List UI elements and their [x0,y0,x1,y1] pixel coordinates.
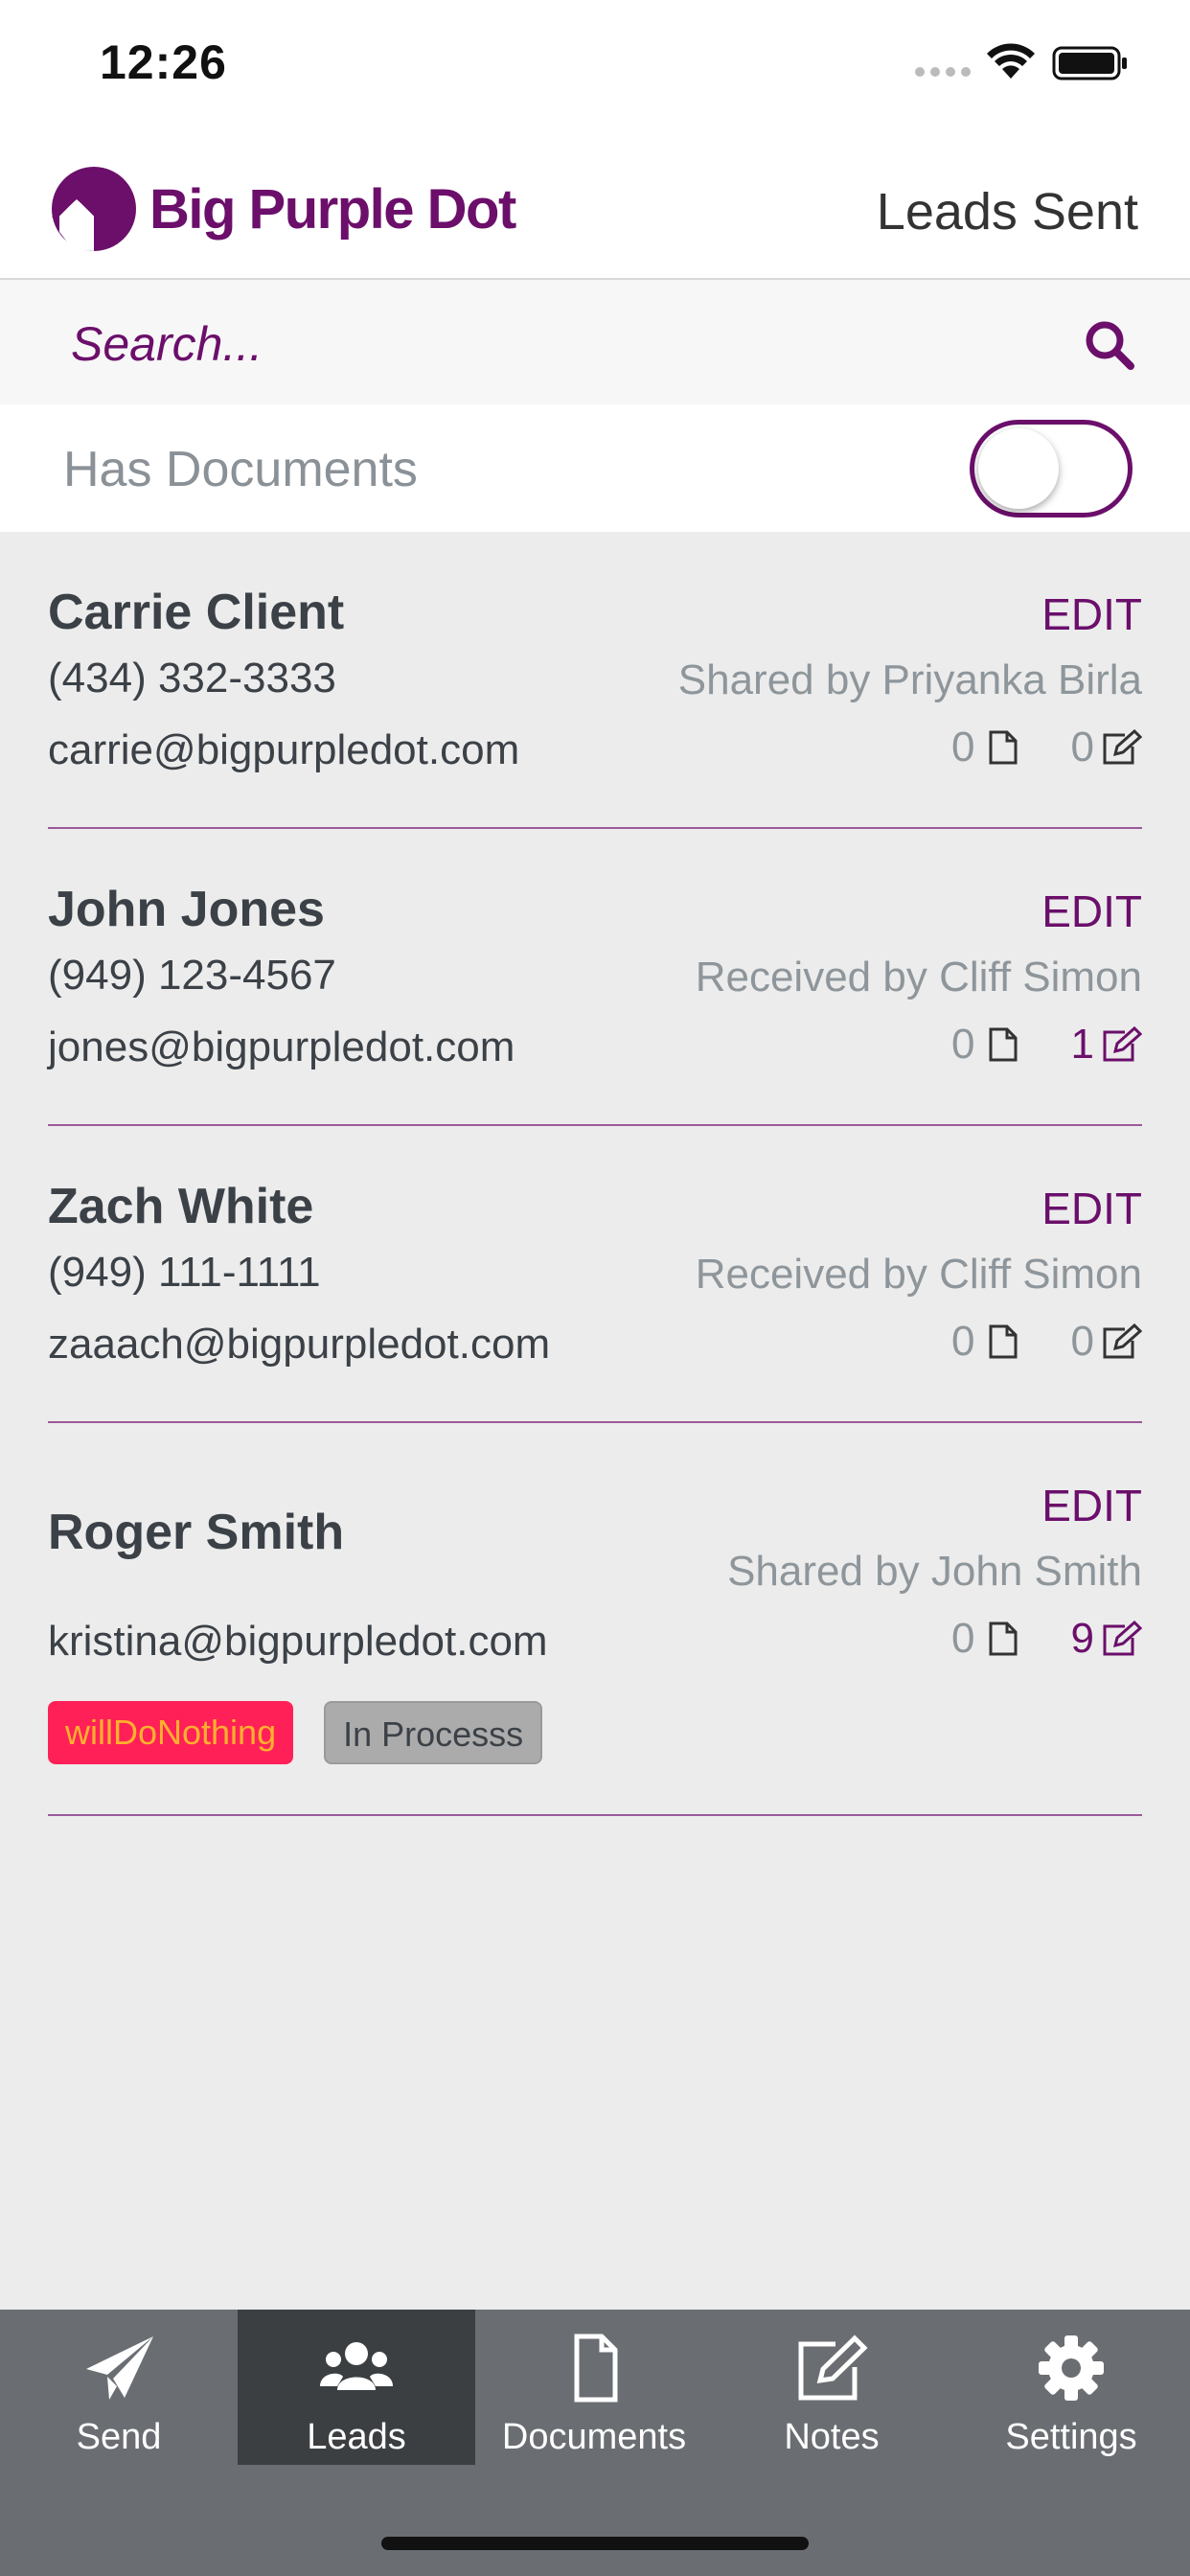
status-time: 12:26 [100,35,227,89]
brand-name: Big Purple Dot [149,178,516,241]
lead-received-by: Received by Cliff Simon [695,954,1142,1000]
note-edit-icon [1103,1323,1142,1359]
lead-counts: 0 9 [951,1615,1142,1663]
tab-label: Documents [501,2417,687,2457]
lead-phone: (949) 111-1111 [48,1249,321,1296]
edit-button[interactable]: EDIT [1041,1183,1142,1234]
note-edit-icon [1103,1026,1142,1062]
tab-label: Leads [307,2417,406,2457]
lead-counts: 0 0 [951,1318,1142,1366]
tab-documents[interactable]: Documents [475,2310,713,2465]
note-count: 0 [1070,724,1094,770]
search-icon[interactable] [1083,318,1136,372]
lead-received-by: Received by Cliff Simon [695,1251,1142,1298]
edit-button[interactable]: EDIT [1041,1480,1142,1531]
battery-icon [1052,46,1127,80]
lead-item[interactable]: Roger Smith kristina@bigpurpledot.com ED… [48,1423,1142,1816]
page-title: Leads Sent [876,183,1138,241]
tab-label: Settings [1005,2417,1137,2457]
lead-counts: 0 0 [951,724,1142,771]
lead-email: kristina@bigpurpledot.com [48,1618,548,1665]
has-documents-label: Has Documents [63,442,418,497]
lead-email: zaaach@bigpurpledot.com [48,1321,551,1368]
paper-plane-icon [86,2336,153,2400]
lead-shared-by: Shared by John Smith [727,1548,1142,1595]
status-bar: 12:26 [0,0,1190,129]
tab-send[interactable]: Send [0,2310,238,2465]
lead-item[interactable]: Carrie Client (434) 332-3333 carrie@bigp… [48,532,1142,829]
toggle-knob [978,428,1059,509]
note-count: 1 [1070,1021,1094,1068]
document-icon [989,730,1018,765]
note-edit-icon [1103,729,1142,765]
lead-email: carrie@bigpurpledot.com [48,726,520,773]
leads-list: Carrie Client (434) 332-3333 carrie@bigp… [0,532,1190,2310]
note-edit-icon [1103,1621,1142,1656]
lead-counts: 0 1 [951,1021,1142,1069]
search-input[interactable]: Search... [71,316,263,372]
edit-button[interactable]: EDIT [1041,588,1142,640]
lead-phone: (434) 332-3333 [48,655,336,702]
note-count: 0 [1070,1318,1094,1365]
document-icon [574,2334,618,2403]
document-count: 0 [951,1021,975,1068]
home-indicator[interactable] [381,2537,809,2550]
lead-item[interactable]: John Jones (949) 123-4567 jones@bigpurpl… [48,829,1142,1126]
document-icon [989,1324,1018,1359]
lead-email: jones@bigpurpledot.com [48,1024,515,1070]
tab-label: Notes [784,2417,880,2457]
edit-icon [798,2334,868,2401]
search-bar[interactable]: Search... [0,280,1190,404]
brand-logo-icon [52,167,136,251]
wifi-icon [987,43,1035,79]
signal-icon [915,67,971,77]
gear-icon [1039,2335,1104,2401]
document-count: 0 [951,1615,975,1662]
lead-item[interactable]: Zach White (949) 111-1111 zaaach@bigpurp… [48,1126,1142,1423]
tab-settings[interactable]: Settings [952,2310,1190,2465]
document-count: 0 [951,724,975,770]
lead-tags: willDoNothing In Processs [48,1701,543,1764]
tab-label: Send [76,2417,162,2457]
lead-name: Roger Smith [48,1505,345,1560]
document-count: 0 [951,1318,975,1365]
note-count: 9 [1070,1615,1094,1662]
status-tag: willDoNothing [48,1701,294,1764]
lead-shared-by: Shared by Priyanka Birla [677,656,1142,703]
lead-name: Zach White [48,1179,314,1234]
users-icon [320,2342,393,2390]
lead-name: John Jones [48,882,325,937]
document-icon [989,1622,1018,1656]
status-tag: In Processs [324,1701,543,1764]
lead-name: Carrie Client [48,585,345,640]
tab-leads[interactable]: Leads [238,2310,475,2465]
app-header: Big Purple Dot Leads Sent [0,129,1190,280]
document-icon [989,1027,1018,1062]
lead-phone: (949) 123-4567 [48,952,336,999]
has-documents-toggle[interactable] [970,420,1133,518]
tab-notes[interactable]: Notes [713,2310,950,2465]
has-documents-filter: Has Documents [0,404,1190,532]
edit-button[interactable]: EDIT [1041,886,1142,937]
